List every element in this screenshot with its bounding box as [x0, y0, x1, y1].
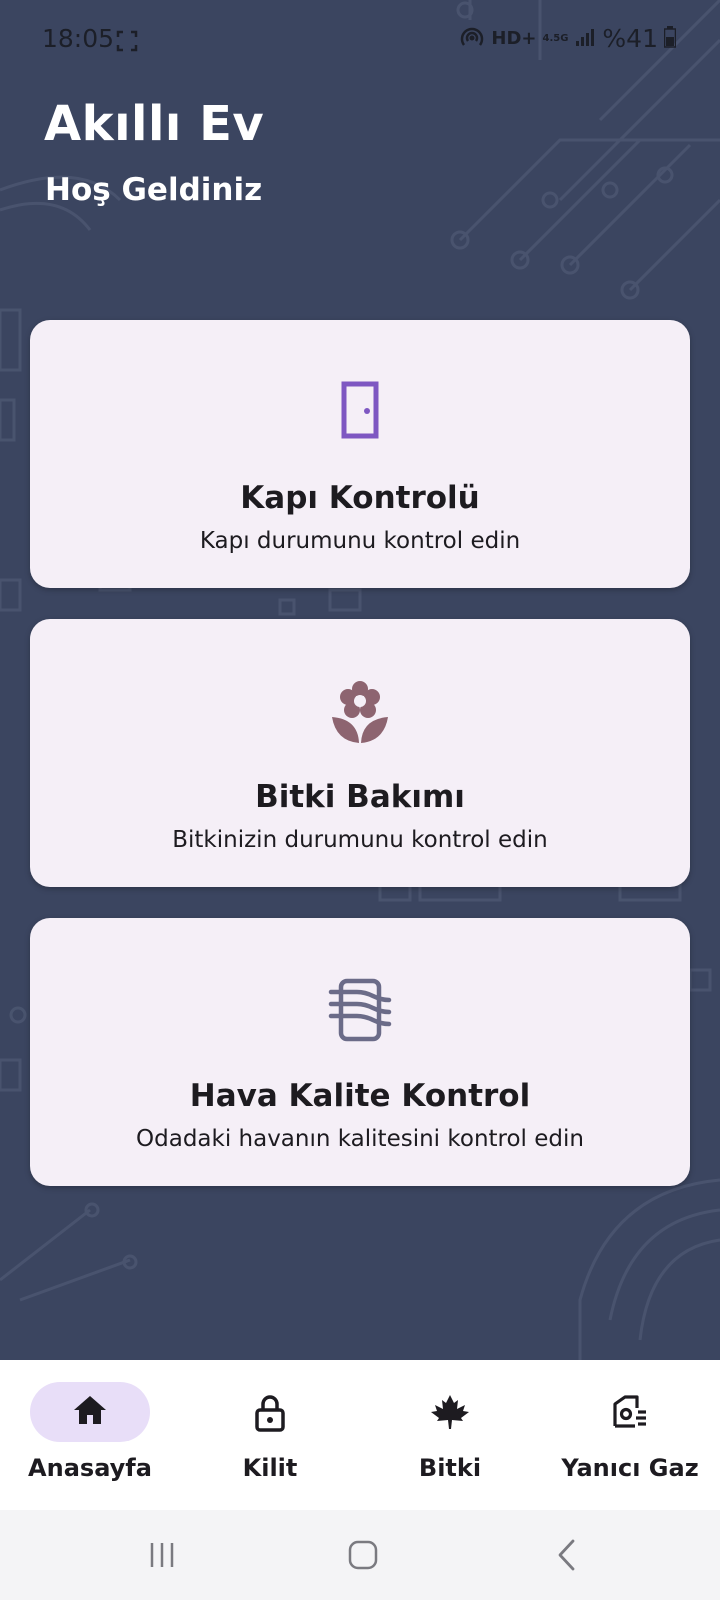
- page-subtitle: Hoş Geldiniz: [45, 172, 263, 208]
- home-square-icon: [348, 1540, 378, 1570]
- network-gen: 4.5G: [542, 32, 569, 44]
- status-time: 18:05: [42, 24, 115, 53]
- card-title: Kapı Kontrolü: [240, 480, 480, 516]
- card-description: Bitkinizin durumunu kontrol edin: [172, 827, 548, 853]
- home-system-button[interactable]: [333, 1530, 393, 1580]
- status-right: HD+ 4.5G %41: [459, 24, 677, 53]
- battery-icon: [663, 25, 677, 52]
- signal-icon: [574, 26, 596, 52]
- nav-item-home[interactable]: Anasayfa: [0, 1360, 180, 1510]
- page-title: Akıllı Ev: [44, 96, 265, 152]
- door-control-card[interactable]: Kapı Kontrolü Kapı durumunu kontrol edin: [30, 320, 690, 588]
- card-description: Kapı durumunu kontrol edin: [199, 528, 521, 554]
- network-hd: HD+: [491, 28, 537, 49]
- leaf-icon: [360, 1394, 540, 1430]
- card-description: Odadaki havanın kalitesini kontrol edin: [136, 1126, 584, 1152]
- back-chevron-icon: [558, 1539, 575, 1571]
- status-bar: 18:05 HD+ 4.5G %41: [0, 0, 720, 84]
- nav-label: Yanıcı Gaz: [561, 1454, 699, 1482]
- recent-apps-button[interactable]: [132, 1530, 192, 1580]
- home-icon: [0, 1394, 180, 1430]
- recent-apps-icon: [150, 1543, 174, 1567]
- nav-item-plant[interactable]: Bitki: [360, 1360, 540, 1510]
- lock-icon: [180, 1394, 360, 1432]
- hotspot-icon: [459, 25, 485, 53]
- nav-label: Bitki: [418, 1454, 482, 1482]
- plant-care-card[interactable]: Bitki Bakımı Bitkinizin durumunu kontrol…: [30, 619, 690, 887]
- card-title: Hava Kalite Kontrol: [189, 1078, 531, 1114]
- bottom-navigation: Anasayfa Kilit Bitki Yanıcı Gaz: [0, 1360, 720, 1510]
- back-button[interactable]: [536, 1530, 596, 1580]
- app-screen: 18:05 HD+ 4.5G %41 Akıllı Ev Hoş Geldini…: [0, 0, 720, 1600]
- nav-label: Kilit: [242, 1454, 298, 1482]
- nav-label: Anasayfa: [28, 1454, 152, 1482]
- battery-percent: %41: [602, 24, 658, 53]
- nav-item-lock[interactable]: Kilit: [180, 1360, 360, 1510]
- door-icon: [30, 380, 690, 444]
- flower-icon: [30, 679, 690, 743]
- air-quality-card[interactable]: Hava Kalite Kontrol Odadaki havanın kali…: [30, 918, 690, 1186]
- nav-item-gas[interactable]: Yanıcı Gaz: [540, 1360, 720, 1510]
- system-navigation-bar: [0, 1510, 720, 1600]
- card-title: Bitki Bakımı: [255, 779, 465, 815]
- screenshot-icon: [116, 30, 138, 56]
- air-quality-icon: [30, 978, 690, 1042]
- gas-sensor-icon: [540, 1394, 720, 1430]
